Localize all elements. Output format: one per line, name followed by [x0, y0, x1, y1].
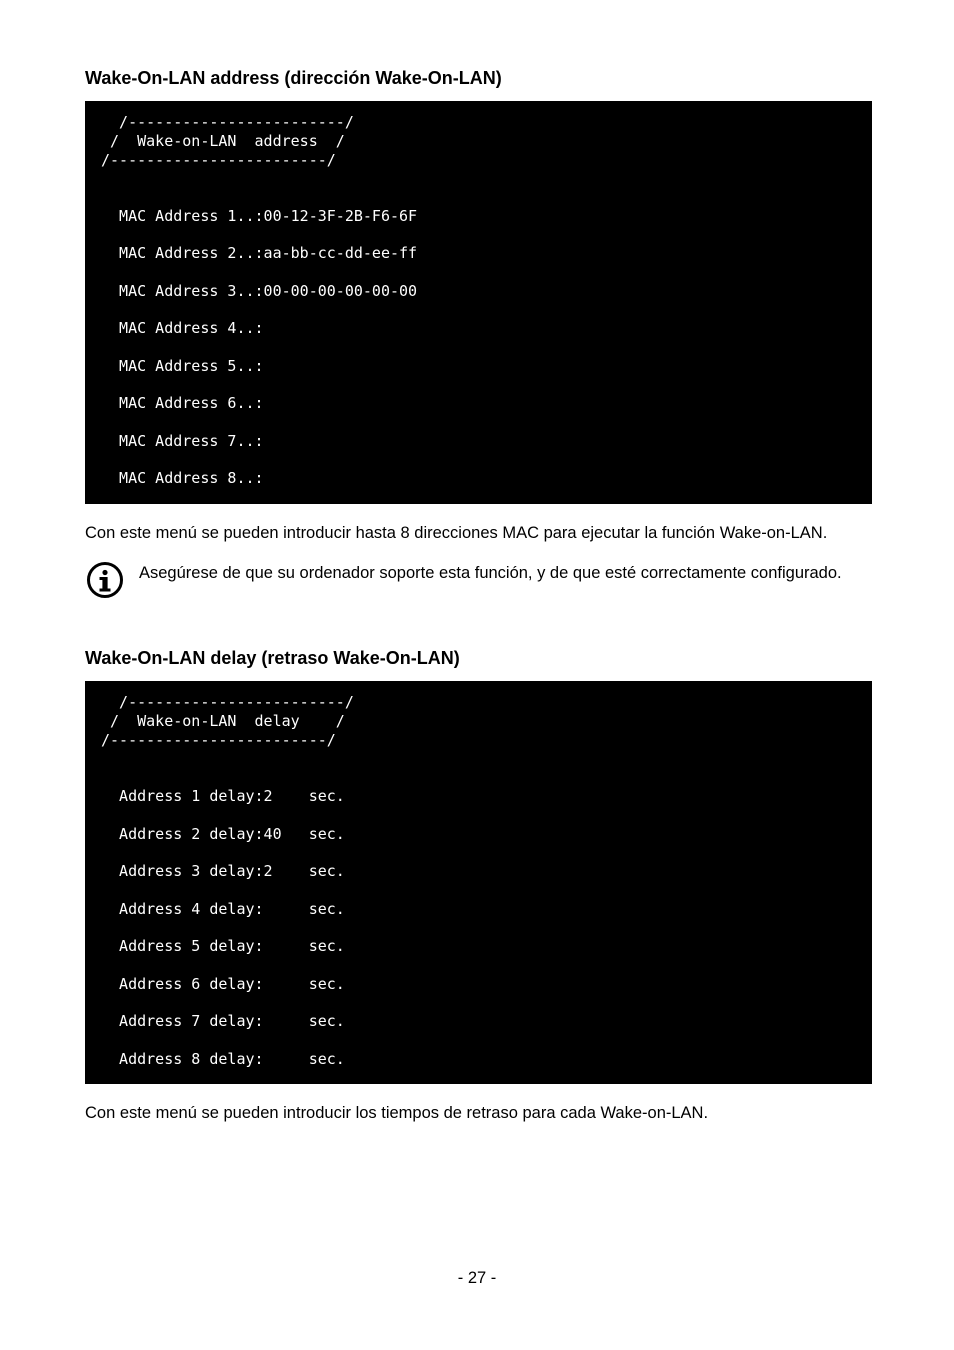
info-note-text: Asegúrese de que su ordenador soporte es…: [139, 562, 842, 584]
section-heading-wol-delay: Wake-On-LAN delay (retraso Wake-On-LAN): [85, 648, 872, 669]
section-heading-wol-address: Wake-On-LAN address (dirección Wake-On-L…: [85, 68, 872, 89]
page-number: - 27 -: [0, 1269, 954, 1288]
info-icon: [85, 560, 125, 600]
terminal-wol-delay: /------------------------/ / Wake-on-LAN…: [85, 681, 872, 1084]
info-note: Asegúrese de que su ordenador soporte es…: [85, 562, 872, 600]
paragraph-wol-address: Con este menú se pueden introducir hasta…: [85, 522, 872, 544]
terminal-wol-address: /------------------------/ / Wake-on-LAN…: [85, 101, 872, 504]
paragraph-wol-delay: Con este menú se pueden introducir los t…: [85, 1102, 872, 1124]
